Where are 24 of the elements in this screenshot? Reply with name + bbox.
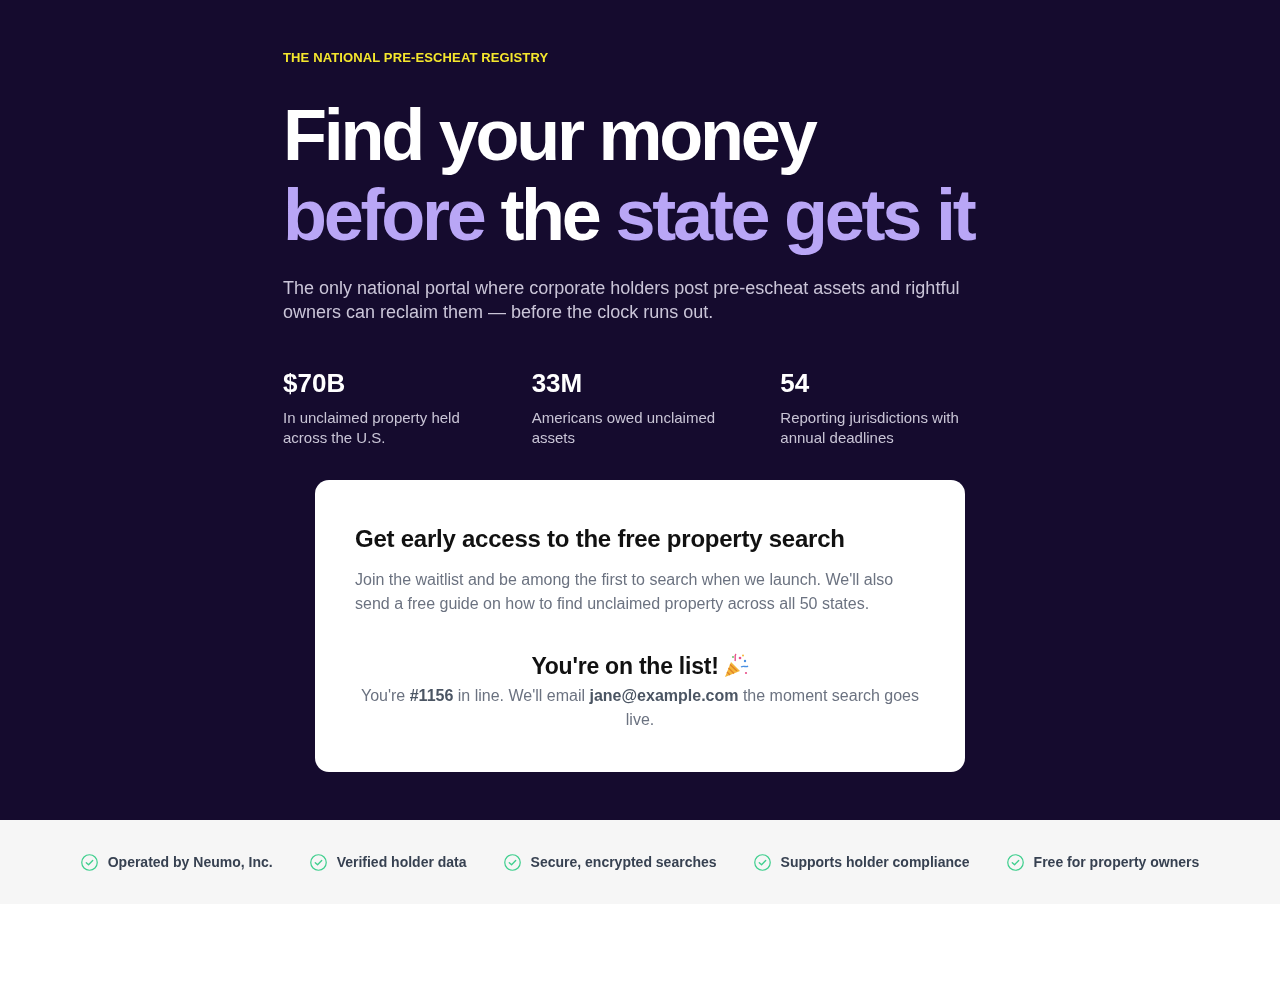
card-title: Get early access to the free property search bbox=[355, 524, 846, 554]
trust-item-label: Supports holder compliance bbox=[780, 853, 970, 872]
card-description: Join the waitlist and be among the first to search when we launch. We'll also send a free guide on how to find unclaimed property across all 50 states. bbox=[355, 570, 895, 614]
eyebrow-label: THE NATIONAL PRE-ESCHEAT REGISTRY bbox=[283, 50, 549, 66]
check-circle-icon bbox=[309, 853, 327, 871]
hero-subtitle: The only national portal where corporate holders post pre-escheat assets and rightful owners can reclaim them — before the clock runs out. bbox=[283, 277, 961, 324]
check-circle-icon bbox=[80, 853, 98, 871]
success-message: You're #1156 in line. We'll email jane@example.com the moment search goes live. bbox=[360, 686, 920, 730]
trust-item-label: Verified holder data bbox=[336, 853, 467, 872]
stat-value: 54 bbox=[780, 367, 810, 399]
trust-item-label: Operated by Neumo, Inc. bbox=[107, 853, 273, 872]
stat-value: $70B bbox=[283, 367, 346, 399]
check-circle-icon bbox=[753, 853, 771, 871]
check-circle-icon bbox=[503, 853, 521, 871]
check-circle-icon bbox=[1006, 853, 1024, 871]
stat-label: Reporting jurisdictions with annual deadlines bbox=[780, 408, 960, 448]
success-title: You're on the list! bbox=[531, 652, 719, 681]
party-popper-icon bbox=[722, 653, 749, 679]
trust-item-label: Secure, encrypted searches bbox=[530, 853, 717, 872]
stat-value: 33M bbox=[531, 367, 583, 399]
stat-label: In unclaimed property held across the U.S. bbox=[283, 408, 461, 448]
hero-headline: Find your money before the state gets it bbox=[283, 95, 974, 255]
trust-item-label: Free for property owners bbox=[1033, 853, 1200, 872]
stat-label: Americans owed unclaimed assets bbox=[531, 408, 717, 448]
